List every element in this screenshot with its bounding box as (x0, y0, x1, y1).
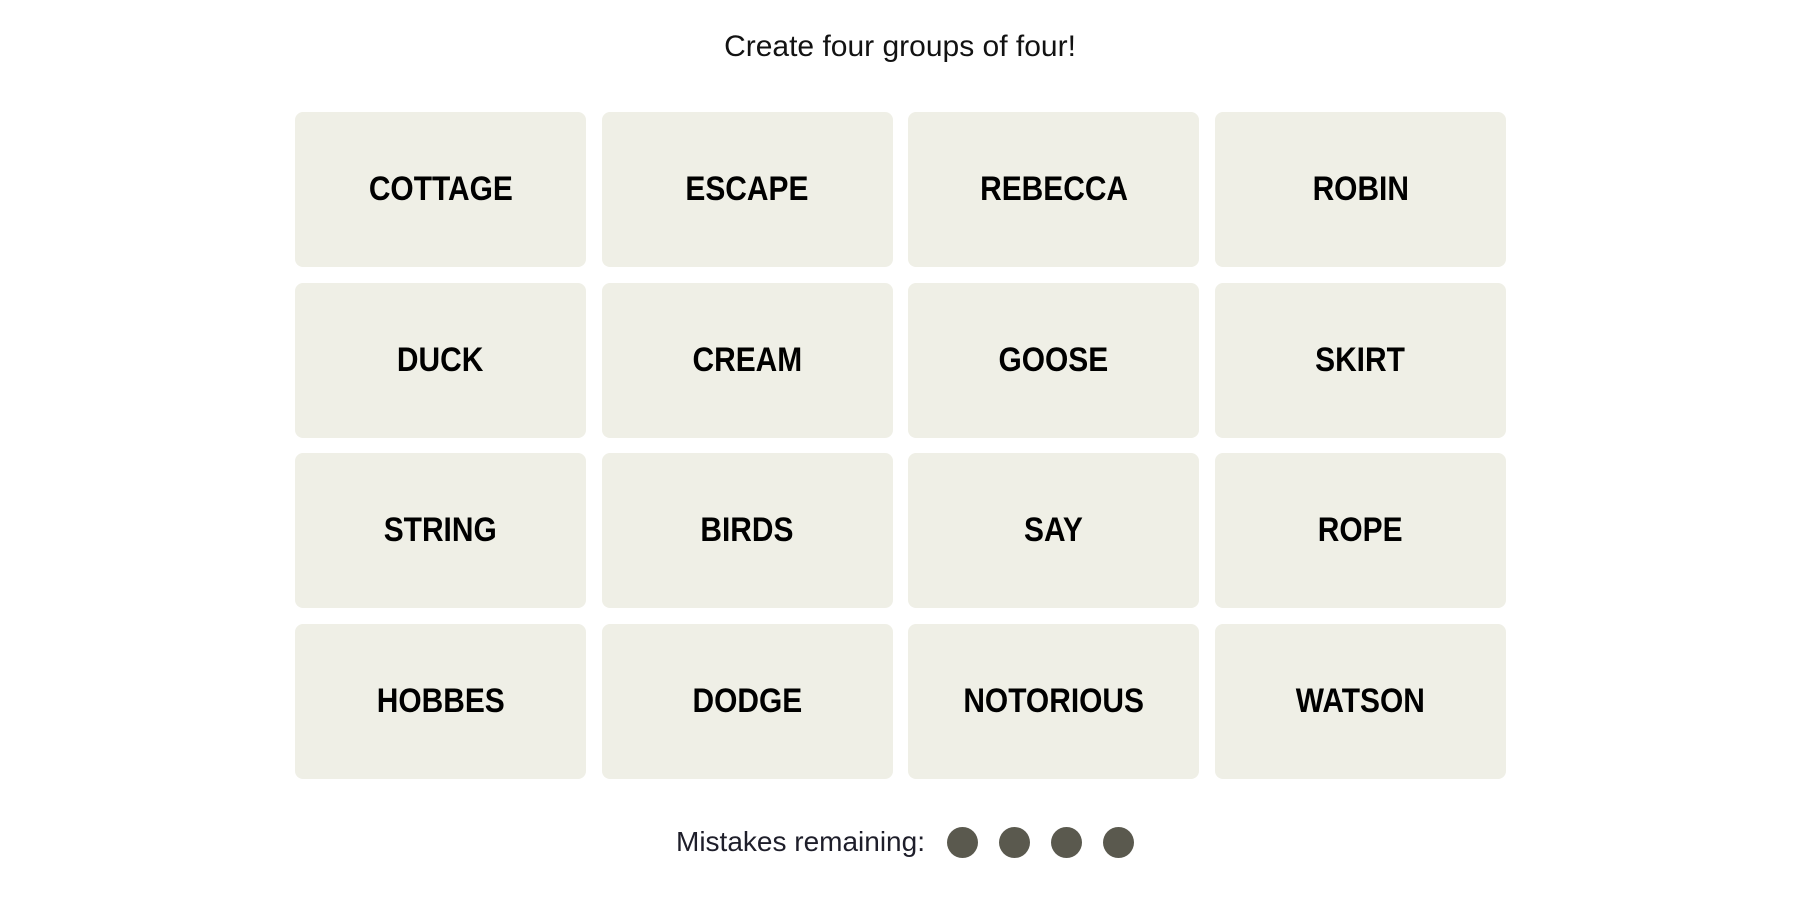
mistakes-remaining: Mistakes remaining: (0, 824, 1800, 860)
word-tile-label: DUCK (397, 340, 484, 379)
word-tile[interactable]: STRING (295, 453, 586, 609)
mistake-dot-icon (946, 826, 978, 858)
word-tile[interactable]: ROPE (1214, 453, 1506, 609)
game-instructions-title: Create four groups of four! (724, 30, 1076, 63)
word-tile[interactable]: HOBBES (295, 624, 586, 780)
word-tile-label: ROBIN (1312, 170, 1409, 208)
mistake-dot-icon (1102, 826, 1134, 858)
mistakes-dots (946, 826, 1134, 858)
word-tile-label: STRING (383, 511, 498, 550)
word-tile-label: DODGE (692, 682, 802, 721)
word-tile-label: REBECCA (979, 170, 1128, 208)
word-tile[interactable]: COTTAGE (295, 112, 586, 267)
word-tile[interactable]: SAY (908, 453, 1200, 609)
word-tile-label: WATSON (1295, 682, 1425, 721)
word-tile-label: BIRDS (700, 511, 794, 550)
word-tile-label: ESCAPE (685, 170, 809, 208)
mistake-dot-icon (1050, 826, 1082, 858)
word-tile[interactable]: WATSON (1214, 624, 1506, 780)
word-tile[interactable]: ROBIN (1214, 112, 1506, 267)
word-tile[interactable]: NOTORIOUS (908, 624, 1200, 780)
word-tile-label: SAY (1024, 511, 1084, 550)
word-tile-label: SKIRT (1315, 340, 1406, 379)
word-tile[interactable]: GOOSE (908, 282, 1200, 438)
word-tile-label: ROPE (1317, 511, 1403, 550)
word-tile[interactable]: DUCK (295, 282, 586, 438)
word-tile-label: GOOSE (998, 340, 1109, 379)
word-tile-label: HOBBES (376, 682, 505, 721)
word-tile-label: NOTORIOUS (963, 682, 1145, 721)
mistake-dot-icon (998, 826, 1030, 858)
mistakes-remaining-label: Mistakes remaining: (676, 826, 925, 857)
word-tile[interactable]: CREAM (601, 282, 893, 438)
word-tile[interactable]: ESCAPE (601, 112, 893, 267)
word-tile[interactable]: BIRDS (601, 453, 893, 609)
word-grid: COTTAGE ESCAPE REBECCA ROBIN DUCK CREAM … (295, 112, 1506, 780)
word-tile[interactable]: REBECCA (908, 112, 1200, 267)
word-tile[interactable]: DODGE (601, 624, 893, 780)
word-tile-label: COTTAGE (368, 170, 513, 208)
word-tile[interactable]: SKIRT (1214, 282, 1506, 438)
word-tile-label: CREAM (692, 340, 802, 379)
